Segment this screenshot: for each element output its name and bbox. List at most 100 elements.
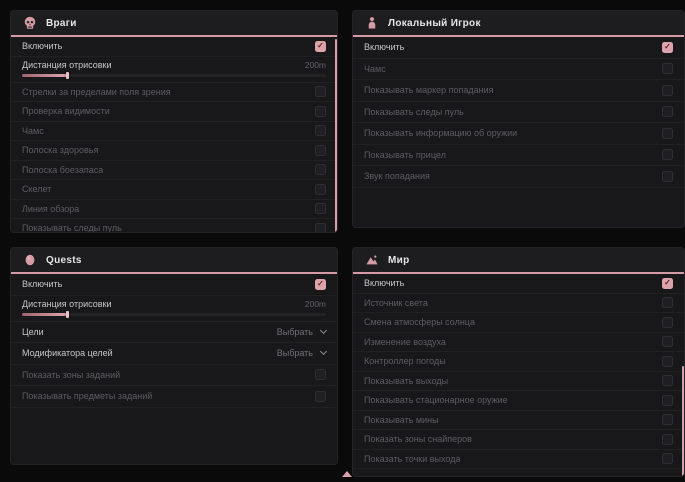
setting-row-checkbox[interactable]: Проверка видимости (11, 102, 337, 122)
checkbox[interactable] (315, 369, 326, 380)
setting-row-checkbox[interactable]: Включить✓ (353, 274, 684, 294)
person-icon (365, 16, 379, 30)
setting-row-slider[interactable]: Дистанция отрисовки 200m (11, 57, 337, 83)
panel-world: Мир Включить✓Источник светаСмена атмосфе… (352, 247, 685, 477)
setting-row-checkbox[interactable]: Скелет (11, 180, 337, 200)
checkbox[interactable] (315, 223, 326, 233)
setting-row-checkbox[interactable]: Показывать прицел (353, 145, 684, 167)
setting-label: Смена атмосферы солнца (364, 317, 475, 327)
setting-label: Включить (22, 279, 62, 289)
checkbox[interactable] (662, 375, 673, 386)
checkbox[interactable] (662, 453, 673, 464)
checkbox[interactable] (315, 184, 326, 195)
setting-row-checkbox[interactable]: Показывать мины (353, 411, 684, 431)
setting-row-checkbox[interactable]: Чамс (11, 122, 337, 142)
checkbox[interactable] (662, 414, 673, 425)
dropdown[interactable]: Выбрать (277, 348, 326, 358)
setting-row-select[interactable]: Модификатора целей Выбрать (11, 343, 337, 365)
slider-value: 200m (305, 60, 326, 70)
scrollbar-thumb[interactable] (682, 366, 685, 476)
setting-label: Полоска здоровья (22, 145, 98, 155)
setting-label: Показывать информацию об оружии (364, 128, 517, 138)
checkbox[interactable] (662, 85, 673, 96)
slider-handle[interactable] (66, 311, 69, 318)
checkbox[interactable] (662, 149, 673, 160)
checkbox[interactable] (662, 336, 673, 347)
checkbox[interactable] (315, 106, 326, 117)
setting-row-checkbox[interactable]: Показывать маркер попадания (353, 80, 684, 102)
setting-row-checkbox[interactable]: Звук попадания (353, 166, 684, 188)
checkbox[interactable] (315, 203, 326, 214)
setting-row-checkbox[interactable]: Показывать выходы (353, 372, 684, 392)
setting-row-checkbox[interactable]: Полоска здоровья (11, 141, 337, 161)
setting-label: Включить (22, 41, 62, 51)
checkbox[interactable] (315, 164, 326, 175)
dropdown[interactable]: Выбрать (277, 327, 326, 337)
setting-row-checkbox[interactable]: Показывать стационарное оружие (353, 391, 684, 411)
checkbox[interactable] (662, 297, 673, 308)
checkbox[interactable] (315, 86, 326, 97)
slider-handle[interactable] (66, 72, 69, 79)
slider-value: 200m (305, 299, 326, 309)
setting-row-checkbox[interactable]: Контроллер погоды (353, 352, 684, 372)
checkbox[interactable] (315, 145, 326, 156)
setting-label: Чамс (22, 126, 44, 136)
setting-row-select[interactable]: Цели Выбрать (11, 322, 337, 344)
setting-row-checkbox[interactable]: Показывать информацию об оружии (353, 123, 684, 145)
setting-label: Дистанция отрисовки (22, 60, 112, 70)
checkbox[interactable] (662, 317, 673, 328)
setting-label: Показывать прицел (364, 150, 446, 160)
setting-row-checkbox[interactable]: Включить✓ (353, 37, 684, 59)
checkbox[interactable] (662, 63, 673, 74)
setting-label: Цели (22, 327, 44, 337)
checkbox[interactable] (662, 395, 673, 406)
distance-slider[interactable] (22, 313, 326, 316)
checkbox[interactable]: ✓ (662, 42, 673, 53)
checkbox[interactable]: ✓ (315, 279, 326, 290)
checkbox[interactable] (662, 356, 673, 367)
setting-row-checkbox[interactable]: Полоска боезапаса (11, 161, 337, 181)
setting-row-checkbox[interactable]: Чамс (353, 59, 684, 81)
checkbox[interactable] (662, 106, 673, 117)
setting-row-checkbox[interactable]: Показать зоны заданий (11, 365, 337, 387)
setting-label: Показывать маркер попадания (364, 85, 494, 95)
setting-label: Звук попадания (364, 171, 430, 181)
setting-label: Показывать следы пуль (22, 223, 122, 233)
setting-row-checkbox[interactable]: Включить ✓ (11, 37, 337, 57)
checkbox[interactable] (315, 391, 326, 402)
setting-row-checkbox[interactable]: Смена атмосферы солнца (353, 313, 684, 333)
setting-label: Модификатора целей (22, 348, 113, 358)
setting-row-slider[interactable]: Дистанция отрисовки200m (11, 296, 337, 322)
setting-row-checkbox[interactable]: Стрелки за пределами поля зрения (11, 83, 337, 103)
setting-row-checkbox[interactable]: Линия обзора (11, 200, 337, 220)
checkbox[interactable]: ✓ (662, 278, 673, 289)
setting-row-checkbox[interactable]: Включить ✓ (11, 274, 337, 296)
distance-slider[interactable] (22, 74, 326, 77)
setting-row-checkbox[interactable]: Показывать предметы заданий (11, 386, 337, 408)
checkbox[interactable] (662, 171, 673, 182)
cursor-pointer-icon (342, 471, 352, 477)
checkbox[interactable] (315, 125, 326, 136)
setting-label: Показывать предметы заданий (22, 391, 152, 401)
setting-row-checkbox[interactable]: Показать точки выхода (353, 450, 684, 470)
scrollbar-thumb[interactable] (335, 39, 338, 232)
checkbox[interactable] (662, 434, 673, 445)
setting-row-checkbox[interactable]: Изменение воздуха (353, 333, 684, 353)
checkbox[interactable]: ✓ (315, 41, 326, 52)
setting-row-checkbox[interactable]: Источник света (353, 294, 684, 314)
setting-row-checkbox[interactable]: Показывать следы пуль (353, 102, 684, 124)
panel-title: Quests (46, 255, 82, 266)
panel-quests: Quests Включить✓Дистанция отрисовки200mЦ… (10, 247, 338, 465)
setting-label: Показывать мины (364, 415, 439, 425)
setting-label: Изменение воздуха (364, 337, 446, 347)
panel-local-player: Локальный Игрок Включить✓ЧамсПоказывать … (352, 10, 685, 228)
setting-label: Полоска боезапаса (22, 165, 103, 175)
setting-row-checkbox[interactable]: Показать зоны снайперов (353, 430, 684, 450)
chevron-down-icon (320, 348, 327, 355)
panel-title: Враги (46, 18, 77, 29)
checkbox[interactable] (662, 128, 673, 139)
setting-label: Проверка видимости (22, 106, 110, 116)
setting-row-checkbox[interactable]: Показывать следы пуль (11, 219, 337, 233)
setting-label: Показывать выходы (364, 376, 448, 386)
dropdown-value: Выбрать (277, 327, 313, 337)
